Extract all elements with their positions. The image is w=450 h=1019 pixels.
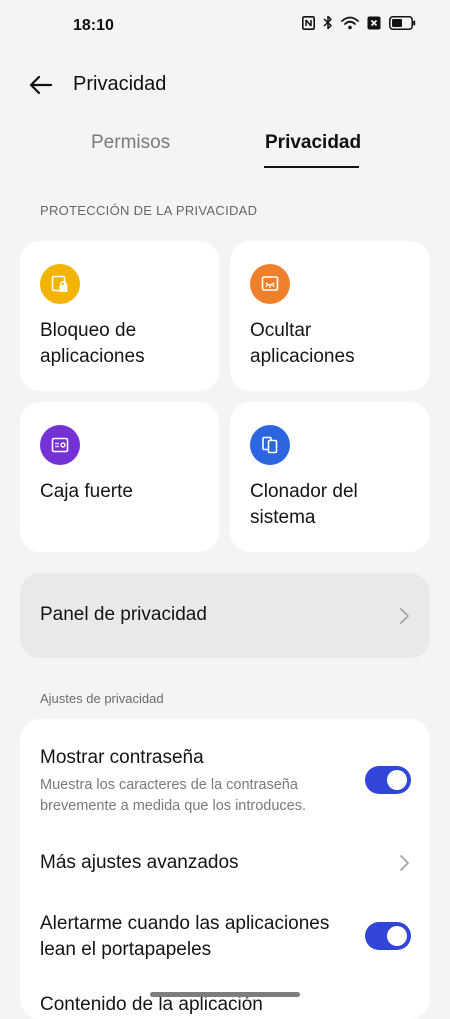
arrow-left-icon (29, 75, 53, 95)
card-label: Bloqueo de aplicaciones (40, 320, 145, 367)
card-safe[interactable]: Caja fuerte (20, 402, 219, 552)
hide-apps-icon (250, 264, 290, 304)
toggle-knob (387, 926, 407, 946)
card-app-lock[interactable]: Bloqueo de aplicaciones (20, 241, 219, 391)
card-hide-apps[interactable]: Ocultar aplicaciones (230, 241, 430, 391)
card-system-cloner[interactable]: Clonador del sistema (230, 402, 430, 552)
home-indicator[interactable] (150, 992, 300, 997)
card-label: Clonador del sistema (250, 481, 358, 528)
card-label: Caja fuerte (40, 481, 133, 502)
tab-indicator (264, 166, 359, 168)
privacy-settings-list: Mostrar contraseña Muestra los caractere… (20, 719, 430, 1019)
tab-permisos[interactable]: Permisos (91, 132, 170, 154)
setting-subtitle: Muestra los caracteres de la contraseña … (40, 777, 306, 814)
toggle-knob (387, 770, 407, 790)
nfc-icon (302, 15, 315, 30)
wifi-icon (341, 16, 359, 29)
privacy-panel-label: Panel de privacidad (40, 604, 207, 625)
bluetooth-icon (323, 15, 332, 30)
setting-title: Más ajustes avanzados (40, 852, 239, 873)
setting-title: Alertarme cuando las aplicaciones lean e… (40, 913, 330, 960)
page-title: Privacidad (73, 73, 167, 95)
tab-privacidad[interactable]: Privacidad (265, 132, 361, 154)
app-bar: Privacidad (0, 60, 450, 110)
back-button[interactable] (26, 70, 56, 100)
chevron-right-icon (400, 608, 409, 624)
section-header-protection: PROTECCIÓN DE LA PRIVACIDAD (40, 203, 258, 218)
clipboard-alert-toggle[interactable] (365, 922, 411, 950)
app-lock-icon (40, 264, 80, 304)
card-label: Ocultar aplicaciones (250, 320, 355, 367)
clone-icon (250, 425, 290, 465)
status-icons (302, 15, 416, 30)
chevron-right-icon (400, 855, 409, 871)
battery-icon (389, 15, 416, 30)
tab-bar: Permisos Privacidad (0, 126, 450, 176)
privacy-panel-row[interactable]: Panel de privacidad (20, 573, 430, 658)
section-header-settings: Ajustes de privacidad (40, 691, 164, 706)
setting-title: Mostrar contraseña (40, 747, 204, 768)
show-password-toggle[interactable] (365, 766, 411, 794)
status-bar: 18:10 (0, 0, 450, 52)
status-time: 18:10 (73, 17, 114, 34)
safe-icon (40, 425, 80, 465)
sim-off-icon (367, 16, 381, 29)
